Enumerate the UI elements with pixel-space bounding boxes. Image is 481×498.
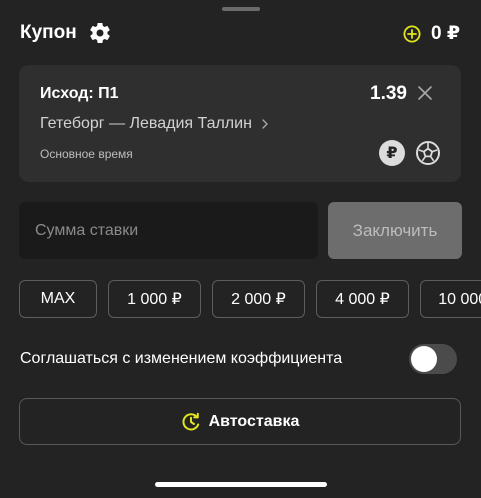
stake-amount-field[interactable]: [19, 202, 318, 259]
bet-card: Исход: П1 1.39 Гетеборг — Левадия Таллин…: [19, 65, 461, 182]
quick-amount-10000[interactable]: 10 000 ₽: [420, 280, 481, 318]
stake-amount-input[interactable]: [19, 202, 318, 259]
home-indicator: [155, 482, 327, 487]
quick-amount-1000[interactable]: 1 000 ₽: [108, 280, 201, 318]
coupon-title: Купон: [20, 22, 77, 43]
autobet-label: Автоставка: [208, 412, 300, 430]
ruble-icon: ₽: [379, 140, 405, 166]
gear-icon[interactable]: [88, 21, 112, 45]
bet-period: Основное время: [40, 147, 133, 161]
place-bet-button[interactable]: Заключить: [328, 202, 462, 259]
match-link[interactable]: Гетеборг — Левадия Таллин: [40, 115, 270, 133]
toggle-knob: [411, 346, 437, 372]
quick-amount-2000[interactable]: 2 000 ₽: [212, 280, 305, 318]
quick-amount-4000[interactable]: 4 000 ₽: [316, 280, 409, 318]
match-name: Гетеборг — Левадия Таллин: [40, 115, 252, 132]
chevron-right-icon: [262, 119, 268, 129]
autobet-clock-icon: [182, 412, 199, 430]
football-icon: [416, 141, 440, 165]
quick-amounts: MAX 1 000 ₽ 2 000 ₽ 4 000 ₽ 10 000 ₽: [19, 280, 481, 320]
close-icon[interactable]: [417, 85, 433, 101]
accept-odds-label: Соглашаться с изменением коэффициента: [20, 350, 343, 367]
bet-odds: 1.39: [370, 83, 407, 104]
sheet-grabber[interactable]: [222, 7, 260, 11]
bet-outcome: Исход: П1: [40, 85, 119, 102]
autobet-button[interactable]: Автоставка: [19, 398, 461, 445]
balance-amount: 0 ₽: [431, 23, 461, 44]
accept-odds-toggle[interactable]: [409, 344, 457, 374]
quick-amount-max[interactable]: MAX: [19, 280, 97, 318]
plus-circle-icon[interactable]: [403, 25, 421, 43]
